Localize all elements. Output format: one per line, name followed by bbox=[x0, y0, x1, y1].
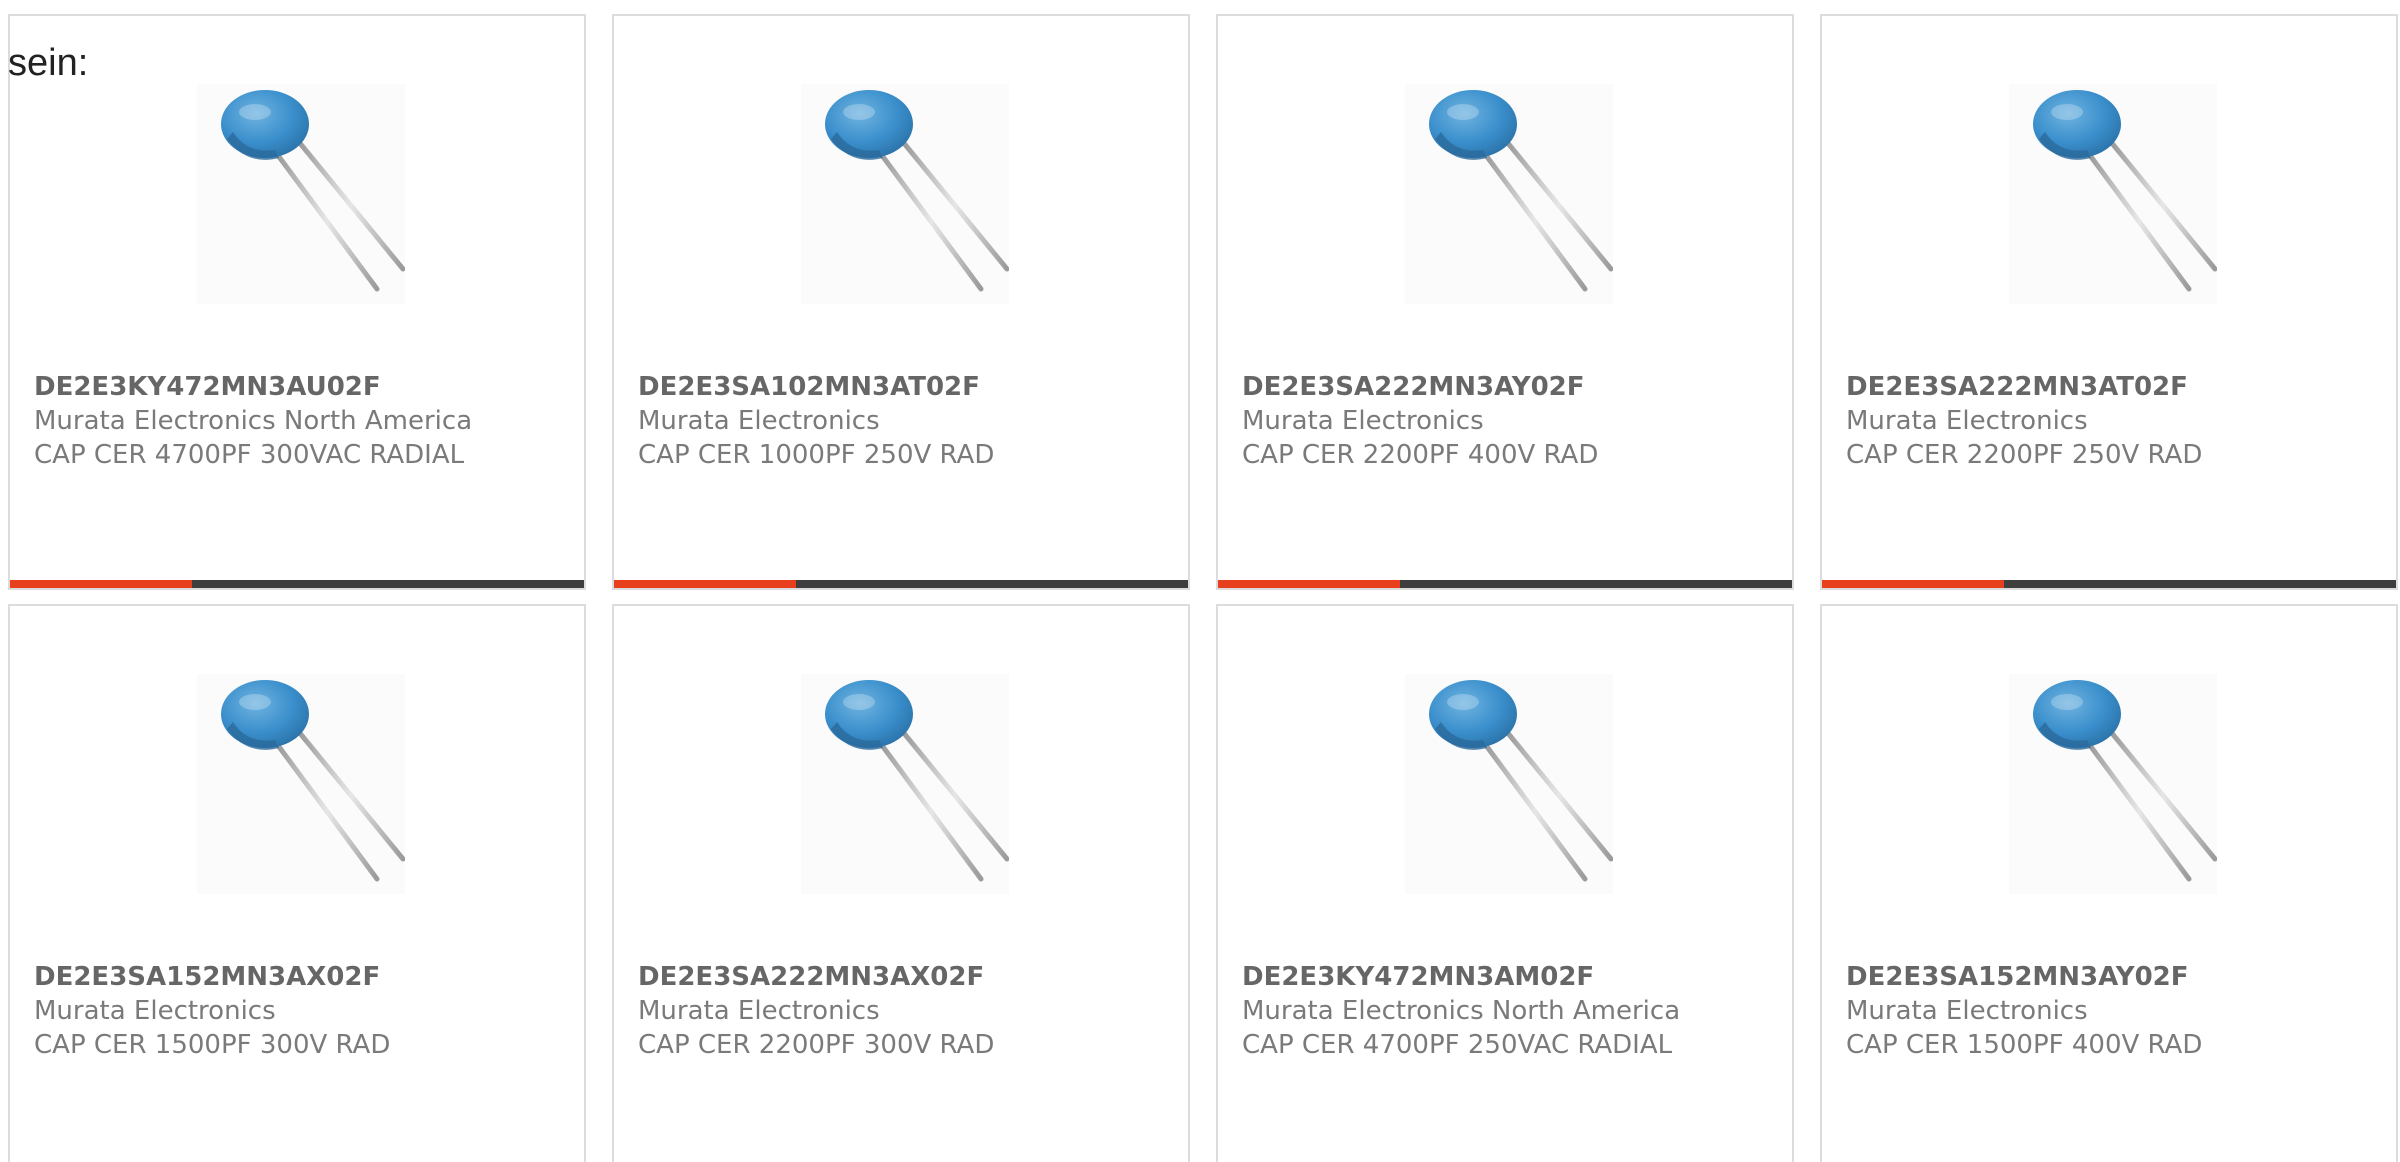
ceramic-capacitor-image bbox=[801, 674, 1009, 894]
ceramic-capacitor-image bbox=[2009, 674, 2217, 894]
part-number[interactable]: DE2E3SA102MN3AT02F bbox=[638, 370, 1178, 404]
ceramic-capacitor-image bbox=[2009, 84, 2217, 304]
manufacturer: Murata Electronics bbox=[638, 996, 880, 1026]
description: CAP CER 4700PF 300VAC RADIAL bbox=[34, 440, 465, 470]
description: CAP CER 4700PF 250VAC RADIAL bbox=[1242, 1030, 1673, 1060]
description: CAP CER 1500PF 300V RAD bbox=[34, 1030, 391, 1060]
card-accent-bar bbox=[10, 580, 192, 588]
product-card[interactable]: DE2E3KY472MN3AM02F Murata Electronics No… bbox=[1216, 604, 1794, 1162]
card-footer-bar bbox=[1822, 580, 2396, 588]
card-footer-bar bbox=[614, 580, 1188, 588]
part-number[interactable]: DE2E3SA222MN3AT02F bbox=[1846, 370, 2386, 404]
part-number[interactable]: DE2E3KY472MN3AU02F bbox=[34, 370, 574, 404]
intro-text: sein: bbox=[8, 42, 89, 84]
description: CAP CER 2200PF 400V RAD bbox=[1242, 440, 1599, 470]
card-footer-bar bbox=[1218, 580, 1792, 588]
part-number[interactable]: DE2E3SA222MN3AY02F bbox=[1242, 370, 1782, 404]
manufacturer: Murata Electronics North America bbox=[34, 406, 473, 436]
product-card[interactable]: DE2E3KY472MN3AU02F Murata Electronics No… bbox=[8, 14, 586, 590]
description: CAP CER 1500PF 400V RAD bbox=[1846, 1030, 2203, 1060]
ceramic-capacitor-image bbox=[197, 674, 405, 894]
card-accent-bar bbox=[1218, 580, 1400, 588]
ceramic-capacitor-image bbox=[801, 84, 1009, 304]
manufacturer: Murata Electronics bbox=[638, 406, 880, 436]
description: CAP CER 2200PF 300V RAD bbox=[638, 1030, 995, 1060]
card-accent-bar bbox=[1822, 580, 2004, 588]
product-card[interactable]: DE2E3SA222MN3AY02F Murata Electronics CA… bbox=[1216, 14, 1794, 590]
manufacturer: Murata Electronics bbox=[34, 996, 276, 1026]
part-number[interactable]: DE2E3SA152MN3AY02F bbox=[1846, 960, 2386, 994]
product-grid-page: sein: DE2E3KY472MN3AU02F Murata Electron… bbox=[0, 0, 2400, 1162]
manufacturer: Murata Electronics bbox=[1242, 406, 1484, 436]
part-number[interactable]: DE2E3SA152MN3AX02F bbox=[34, 960, 574, 994]
description: CAP CER 1000PF 250V RAD bbox=[638, 440, 995, 470]
ceramic-capacitor-image bbox=[197, 84, 405, 304]
product-card[interactable]: DE2E3SA102MN3AT02F Murata Electronics CA… bbox=[612, 14, 1190, 590]
ceramic-capacitor-image bbox=[1405, 84, 1613, 304]
part-number[interactable]: DE2E3KY472MN3AM02F bbox=[1242, 960, 1782, 994]
manufacturer: Murata Electronics bbox=[1846, 406, 2088, 436]
card-accent-bar bbox=[614, 580, 796, 588]
card-footer-bar bbox=[10, 580, 584, 588]
part-number[interactable]: DE2E3SA222MN3AX02F bbox=[638, 960, 1178, 994]
description: CAP CER 2200PF 250V RAD bbox=[1846, 440, 2203, 470]
product-card[interactable]: DE2E3SA222MN3AT02F Murata Electronics CA… bbox=[1820, 14, 2398, 590]
manufacturer: Murata Electronics bbox=[1846, 996, 2088, 1026]
product-card[interactable]: DE2E3SA152MN3AY02F Murata Electronics CA… bbox=[1820, 604, 2398, 1162]
product-card[interactable]: DE2E3SA152MN3AX02F Murata Electronics CA… bbox=[8, 604, 586, 1162]
product-card[interactable]: DE2E3SA222MN3AX02F Murata Electronics CA… bbox=[612, 604, 1190, 1162]
manufacturer: Murata Electronics North America bbox=[1242, 996, 1681, 1026]
ceramic-capacitor-image bbox=[1405, 674, 1613, 894]
